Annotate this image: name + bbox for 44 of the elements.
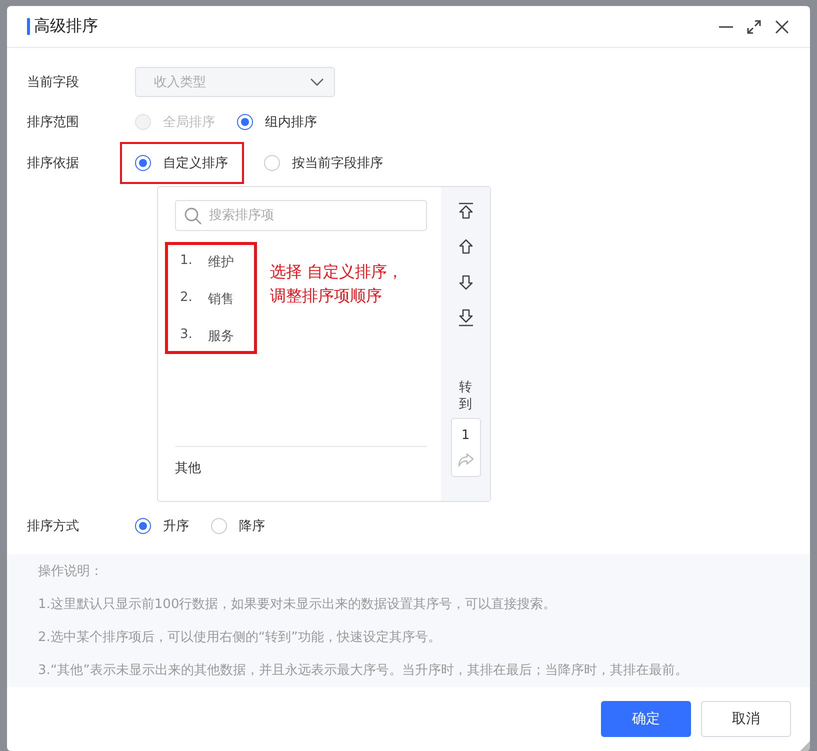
radio-button[interactable] bbox=[135, 155, 151, 171]
sort-item[interactable]: 其他 bbox=[175, 461, 201, 476]
radio-label: 升序 bbox=[163, 518, 189, 535]
note-text: 1.这里默认只显示前100行数据，如果要对未显示出来的数据设置其序号，可以直接搜索。 bbox=[38, 596, 558, 613]
item-number: 1. bbox=[180, 253, 194, 270]
chevron-down-icon bbox=[310, 78, 324, 86]
radio-label: 降序 bbox=[239, 518, 265, 535]
move-to-top-icon[interactable] bbox=[458, 202, 474, 220]
resize-grip-icon[interactable] bbox=[800, 741, 810, 751]
field-label: 当前字段 bbox=[27, 74, 80, 91]
sort-item[interactable]: 销售 bbox=[208, 290, 234, 308]
field-label: 排序依据 bbox=[27, 155, 80, 172]
maximize-icon[interactable] bbox=[746, 18, 762, 34]
item-number: 2. bbox=[180, 290, 194, 307]
move-to-bottom-icon[interactable] bbox=[458, 309, 474, 327]
note-text: 2.选中某个排序项后，可以使用右侧的“转到”功能，快速设定其序号。 bbox=[38, 629, 442, 646]
radio-button[interactable] bbox=[264, 155, 280, 171]
move-up-icon[interactable] bbox=[458, 239, 474, 255]
note-text: 3.“其他”表示未显示出来的其他数据，并且永远表示最大序号。当升序时，其排在最后；当降序时，其排在最前。 bbox=[38, 662, 689, 679]
search-field[interactable]: 搜索排序项 bbox=[175, 200, 427, 231]
field-label: 排序方式 bbox=[27, 518, 80, 535]
goto-field[interactable]: 1 bbox=[450, 418, 480, 477]
title-accent-bar bbox=[27, 18, 30, 35]
notes-title: 操作说明： bbox=[38, 563, 104, 580]
goto-label: 转到 bbox=[459, 380, 472, 414]
close-icon[interactable] bbox=[774, 18, 790, 34]
radio-button[interactable] bbox=[211, 518, 227, 534]
radio-button[interactable] bbox=[135, 518, 151, 534]
cancel-button[interactable]: 取消 bbox=[701, 701, 791, 737]
field-label: 排序范围 bbox=[27, 114, 80, 131]
radio-label: 全局排序 bbox=[163, 114, 215, 131]
item-number: 3. bbox=[180, 327, 194, 344]
sort-item[interactable]: 服务 bbox=[208, 327, 234, 345]
radio-button[interactable] bbox=[237, 114, 253, 130]
sort-item[interactable]: 维护 bbox=[208, 253, 234, 271]
radio-label: 按当前字段排序 bbox=[292, 155, 383, 172]
radio-label: 组内排序 bbox=[265, 114, 317, 131]
annotation-text: 调整排序项顺序 bbox=[270, 285, 383, 307]
confirm-button[interactable]: 确定 bbox=[601, 701, 691, 737]
move-down-icon[interactable] bbox=[458, 274, 474, 290]
radio-label: 自定义排序 bbox=[163, 155, 228, 172]
annotation-text: 选择 自定义排序， bbox=[270, 261, 404, 283]
search-icon bbox=[184, 207, 202, 225]
dialog-title: 高级排序 bbox=[34, 16, 98, 37]
